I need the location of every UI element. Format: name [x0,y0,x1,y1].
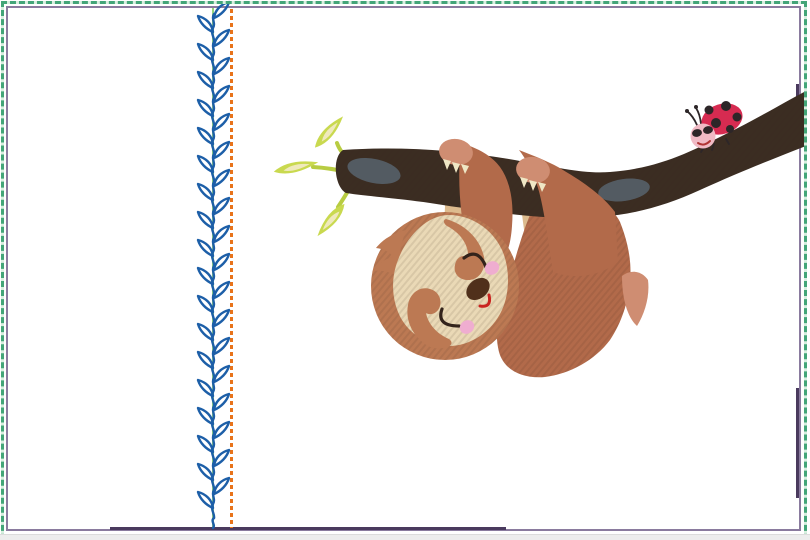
embroidery-canvas[interactable] [0,0,810,540]
outer-basting-border[interactable] [1,1,807,540]
canvas-edge-strip [0,534,810,540]
